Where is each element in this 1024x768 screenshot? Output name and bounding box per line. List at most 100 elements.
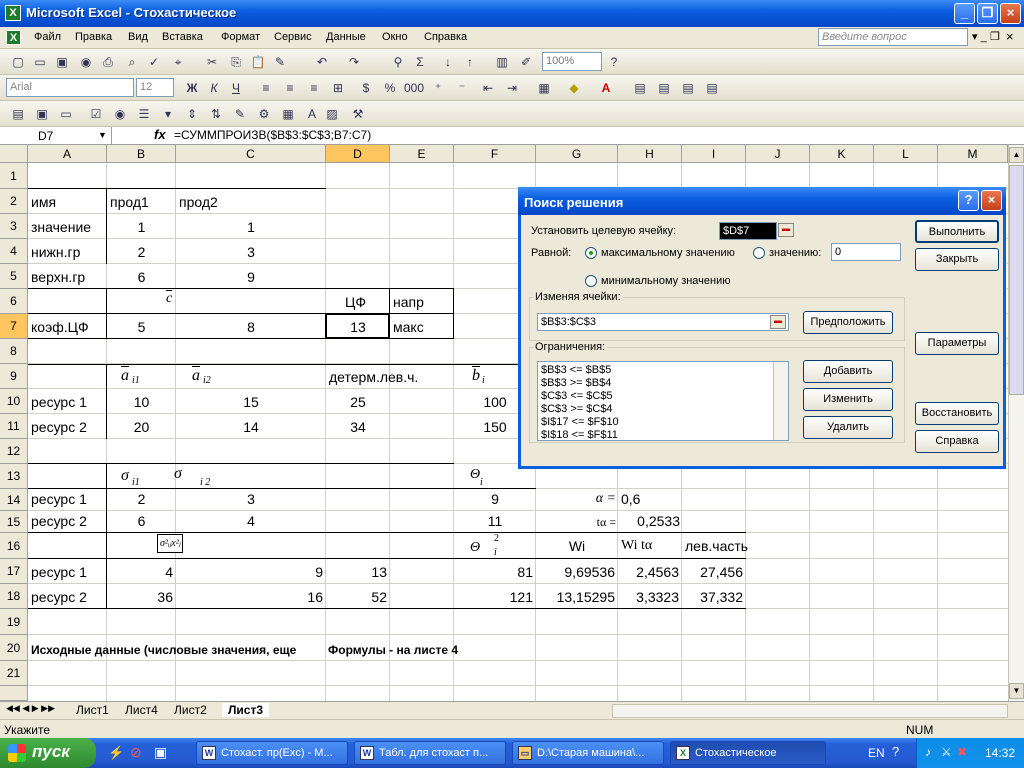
cell-g15[interactable]: tα = — [536, 515, 616, 530]
redo-icon[interactable]: ↷ — [346, 54, 362, 70]
min-label[interactable]: минимальному значению — [601, 275, 731, 287]
cell-c10[interactable]: 15 — [176, 394, 326, 410]
row-header-8[interactable]: 8 — [0, 339, 28, 364]
row-header-13[interactable]: 13 — [0, 464, 28, 489]
underline-icon[interactable]: Ч — [228, 80, 244, 96]
value-label[interactable]: значению: — [769, 247, 821, 259]
row-header-10[interactable]: 10 — [0, 389, 28, 414]
col-header-i[interactable]: I — [682, 145, 746, 163]
cell-b16[interactable]: σ²ᵢⱼx²ⱼ — [157, 534, 184, 553]
cell-a11[interactable]: ресурс 2 — [31, 419, 87, 435]
cell-h17[interactable]: 2,4563 — [618, 564, 679, 580]
cell-h16[interactable]: Wi tα — [621, 538, 652, 554]
undo-icon[interactable]: ↶ — [314, 54, 330, 70]
constraint-item[interactable]: $B$3 <= $B$5 — [541, 364, 785, 377]
changing-input[interactable]: $B$3:$C$3 — [537, 313, 789, 331]
tray-icon-3[interactable]: ✖ — [957, 745, 967, 759]
cell-b15[interactable]: 6 — [107, 513, 176, 529]
clock[interactable]: 14:32 — [985, 746, 1015, 760]
align-right-icon[interactable]: ≡ — [306, 80, 322, 96]
menu-data[interactable]: Данные — [326, 31, 366, 43]
form-img-icon[interactable]: ▨ — [324, 106, 340, 122]
font-size-select[interactable]: 12 — [136, 78, 174, 97]
target-ref-icon[interactable]: ▬ — [778, 223, 794, 237]
row-header-22[interactable] — [0, 686, 28, 701]
cell-i16[interactable]: лев.часть — [685, 538, 748, 554]
form-prop-icon[interactable]: ⚙ — [256, 106, 272, 122]
zoom-select[interactable]: 100% — [542, 52, 602, 71]
toolbar-extra-icon-1[interactable]: ▤ — [632, 80, 648, 96]
cell-b10[interactable]: 10 — [107, 394, 176, 410]
cell-f13[interactable]: Θ — [470, 467, 480, 483]
col-header-b[interactable]: B — [107, 145, 176, 163]
cell-a4[interactable]: нижн.гр — [31, 244, 80, 260]
cell-b4[interactable]: 2 — [107, 244, 176, 260]
cell-c3[interactable]: 1 — [176, 219, 326, 235]
cell-f14[interactable]: 9 — [454, 491, 536, 507]
bold-icon[interactable]: Ж — [184, 80, 200, 96]
col-header-g[interactable]: G — [536, 145, 618, 163]
cell-d11[interactable]: 34 — [326, 419, 390, 435]
form-font-icon[interactable]: A — [304, 106, 320, 122]
cell-f16[interactable]: Θ — [470, 540, 480, 556]
cell-c4[interactable]: 3 — [176, 244, 326, 260]
tray-icon-2[interactable]: ⚔ — [941, 745, 952, 759]
col-header-m[interactable]: M — [938, 145, 1008, 163]
options-button[interactable]: Параметры — [915, 332, 999, 355]
autosum-icon[interactable]: Σ — [412, 54, 428, 70]
paste-icon[interactable]: 📋 — [250, 54, 266, 70]
target-cell-input[interactable]: $D$7 — [719, 222, 777, 240]
menu-window[interactable]: Окно — [382, 31, 408, 43]
percent-icon[interactable]: % — [382, 80, 398, 96]
cell-b5[interactable]: 6 — [107, 269, 176, 285]
constraint-item[interactable]: $B$3 >= $B$4 — [541, 377, 785, 390]
cell-c2[interactable]: прод2 — [179, 194, 218, 210]
name-box[interactable]: D7 — [0, 127, 112, 145]
cell-g14[interactable]: α = — [536, 491, 616, 507]
cell-a14[interactable]: ресурс 1 — [31, 491, 87, 507]
cell-d7[interactable]: 13 — [326, 319, 390, 335]
cell-c11[interactable]: 14 — [176, 419, 326, 435]
cell-b14[interactable]: 2 — [107, 491, 176, 507]
copy-icon[interactable]: ⎘ — [228, 54, 244, 70]
row-header-17[interactable]: 17 — [0, 559, 28, 584]
cell-b2[interactable]: прод1 — [110, 194, 149, 210]
preview-icon[interactable]: ⌕ — [124, 54, 140, 70]
row-header-18[interactable]: 18 — [0, 584, 28, 609]
cell-d10[interactable]: 25 — [326, 394, 390, 410]
row-header-14[interactable]: 14 — [0, 489, 28, 511]
form-listbox-icon[interactable]: ☰ — [136, 106, 152, 122]
cell-h15[interactable]: 0,2533 — [618, 513, 680, 529]
thousands-icon[interactable]: 000 — [404, 80, 424, 96]
cell-c7[interactable]: 8 — [176, 319, 326, 335]
align-left-icon[interactable]: ≡ — [258, 80, 274, 96]
cell-d18[interactable]: 52 — [326, 589, 387, 605]
cell-d6[interactable]: ЦФ — [345, 294, 366, 310]
dec-indent-icon[interactable]: ⇤ — [480, 80, 496, 96]
form-spinner-icon[interactable]: ⇅ — [208, 106, 224, 122]
reset-button[interactable]: Восстановить — [915, 402, 999, 425]
quicklaunch-icon-1[interactable]: ⚡ — [108, 745, 124, 761]
cell-i17[interactable]: 27,456 — [682, 564, 743, 580]
close-button[interactable]: × — [1000, 3, 1021, 24]
scroll-down-icon[interactable]: ▼ — [1009, 683, 1024, 699]
row-header-15[interactable]: 15 — [0, 511, 28, 533]
constraint-item[interactable]: $C$3 <= $C$5 — [541, 390, 785, 403]
cell-a20[interactable]: Исходные данные (числовые значения, еще — [31, 643, 327, 657]
quicklaunch-icon-2[interactable]: ⊘ — [130, 744, 142, 761]
row-header-19[interactable]: 19 — [0, 609, 28, 635]
cell-b18[interactable]: 36 — [107, 589, 173, 605]
value-radio[interactable] — [753, 247, 765, 259]
cell-d17[interactable]: 13 — [326, 564, 387, 580]
name-box-dropdown-icon[interactable]: ▼ — [98, 130, 107, 140]
question-input[interactable]: Введите вопрос — [818, 28, 968, 46]
col-header-h[interactable]: H — [618, 145, 682, 163]
change-button[interactable]: Изменить — [803, 388, 893, 411]
max-radio[interactable] — [585, 247, 597, 259]
constraint-item[interactable]: $I$17 <= $F$10 — [541, 416, 785, 429]
hyperlink-icon[interactable]: ⚲ — [390, 54, 406, 70]
cell-f18[interactable]: 121 — [454, 589, 533, 605]
doc-close-icon[interactable]: × — [1006, 29, 1014, 44]
cell-a5[interactable]: верхн.гр — [31, 269, 85, 285]
value-input[interactable]: 0 — [831, 243, 901, 261]
